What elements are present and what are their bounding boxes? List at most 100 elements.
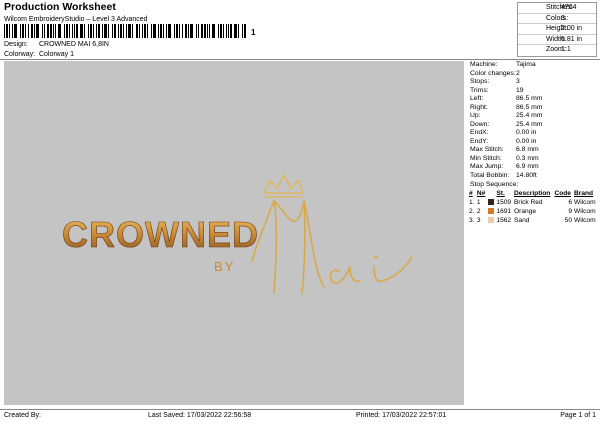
barcode-bar bbox=[88, 24, 89, 38]
info-label: Machine: bbox=[470, 61, 498, 68]
table-row: 3. 3 1562 Sand 50 Wilcom bbox=[468, 216, 598, 225]
barcode-bar bbox=[209, 24, 210, 38]
info-row: EndX: 0.00 in bbox=[468, 129, 598, 138]
barcode-bar bbox=[201, 24, 203, 38]
barcode-bar bbox=[176, 24, 178, 38]
info-label: Right: bbox=[470, 103, 488, 111]
stat-row: Zoom: 1:1 bbox=[518, 45, 596, 56]
barcode-suffix: 1 bbox=[251, 28, 256, 37]
barcode-bar bbox=[163, 24, 164, 38]
info-row: Right: 86.5 mm bbox=[468, 104, 598, 113]
barcode-bar bbox=[58, 24, 61, 38]
barcode-bar bbox=[223, 24, 224, 38]
row-description: Sand bbox=[514, 217, 530, 224]
barcode-bar bbox=[166, 24, 167, 38]
col-header: Description bbox=[514, 190, 551, 197]
row-code: 6 bbox=[568, 199, 572, 206]
barcode-bar bbox=[196, 24, 197, 38]
color-swatch-cell bbox=[487, 198, 495, 207]
stat-value: 4764 bbox=[561, 4, 577, 11]
barcode-bar bbox=[147, 24, 148, 38]
barcode-bar bbox=[168, 24, 171, 38]
info-row: Trims: 19 bbox=[468, 87, 598, 96]
barcode-bar bbox=[238, 24, 239, 38]
barcode-bar bbox=[42, 24, 43, 38]
row-description: Brick Red bbox=[514, 199, 543, 206]
info-value: Tajima bbox=[516, 61, 536, 68]
barcode-bar bbox=[226, 24, 227, 38]
info-label: Color changes: bbox=[470, 69, 516, 77]
barcode-bar bbox=[74, 24, 75, 38]
info-value: 86.5 mm bbox=[516, 103, 543, 111]
barcode-bar bbox=[132, 24, 133, 38]
row-stitches: 1509 bbox=[496, 199, 512, 206]
design-label: Design: bbox=[4, 41, 28, 48]
info-value: 25.4 mm bbox=[516, 120, 543, 128]
design-row: Design: CROWNED MAI 6,8IN bbox=[4, 41, 109, 48]
barcode-bar bbox=[218, 24, 219, 38]
info-value: 86.5 mm bbox=[516, 95, 543, 102]
color-swatch bbox=[487, 217, 494, 224]
color-swatch bbox=[487, 208, 494, 215]
header-divider bbox=[0, 59, 600, 60]
stat-value: 2.00 in bbox=[561, 25, 583, 32]
info-value: 19 bbox=[516, 86, 524, 94]
page-title: Production Worksheet bbox=[4, 1, 116, 13]
info-label: Up: bbox=[470, 112, 481, 119]
barcode-bar bbox=[118, 24, 119, 38]
barcode-bar bbox=[9, 24, 10, 38]
barcode-bar bbox=[204, 24, 206, 38]
barcode-bar bbox=[44, 24, 45, 38]
stat-value: 1:1 bbox=[561, 46, 571, 53]
info-label: Total Bobbin: bbox=[470, 171, 510, 179]
barcode-bar bbox=[234, 24, 237, 38]
info-row: Max Jump: 6.9 mm bbox=[468, 163, 598, 172]
barcode-bar bbox=[188, 24, 189, 38]
col-header: Brand bbox=[574, 190, 594, 197]
crown-icon bbox=[262, 173, 304, 194]
info-label: Trims: bbox=[470, 86, 489, 94]
summary-stats-box: Stitches: 4764 Colors: 3 Height: 2.00 in Wi… bbox=[517, 2, 597, 57]
col-header: N# bbox=[476, 190, 486, 197]
design-value: CROWNED MAI 6,8IN bbox=[38, 41, 109, 48]
barcode-bar bbox=[25, 24, 26, 38]
barcode-bar bbox=[31, 24, 33, 38]
table-row: 2. 2 1691 Orange 9 Wilcom bbox=[468, 207, 598, 216]
stat-label: Height: bbox=[546, 25, 569, 32]
info-value: 3 bbox=[516, 78, 520, 85]
row-index: 2. bbox=[469, 208, 475, 215]
barcode-bar bbox=[144, 24, 146, 38]
row-code: 9 bbox=[568, 208, 572, 215]
barcode-bar bbox=[12, 24, 13, 38]
info-value: 25.4 mm bbox=[516, 112, 543, 119]
barcode-bar bbox=[212, 24, 215, 38]
barcode-bar bbox=[34, 24, 35, 38]
col-header: # bbox=[469, 190, 473, 197]
stat-label: Width: bbox=[546, 35, 566, 43]
i-dot bbox=[374, 255, 378, 259]
barcode-bar bbox=[98, 24, 100, 38]
barcode-bar bbox=[228, 24, 229, 38]
info-value: 6.9 mm bbox=[516, 163, 539, 170]
color-swatch bbox=[487, 199, 494, 206]
barcode-bar bbox=[96, 24, 97, 38]
barcode-bar bbox=[158, 24, 159, 38]
table-row: 1. 1 1509 Brick Red 6 Wilcom bbox=[468, 198, 598, 207]
barcode-bar bbox=[220, 24, 222, 38]
color-swatch-cell bbox=[487, 216, 495, 225]
barcode-bar bbox=[160, 24, 162, 38]
barcode-bar bbox=[102, 24, 103, 38]
info-row: Down: 25.4 mm bbox=[468, 121, 598, 130]
barcode-bar bbox=[28, 24, 29, 38]
barcode-bar bbox=[126, 24, 127, 38]
barcode-bar bbox=[230, 24, 232, 38]
barcode-bar bbox=[120, 24, 122, 38]
info-label: Max Stitch: bbox=[470, 146, 504, 153]
barcode-bar bbox=[6, 24, 8, 38]
barcode-bar bbox=[47, 24, 49, 38]
barcode-bar bbox=[112, 24, 113, 38]
page-number: Page 1 of 1 bbox=[560, 412, 596, 419]
barcode-bar bbox=[76, 24, 78, 38]
barcode-bar bbox=[36, 24, 39, 38]
barcode-bar bbox=[207, 24, 208, 38]
